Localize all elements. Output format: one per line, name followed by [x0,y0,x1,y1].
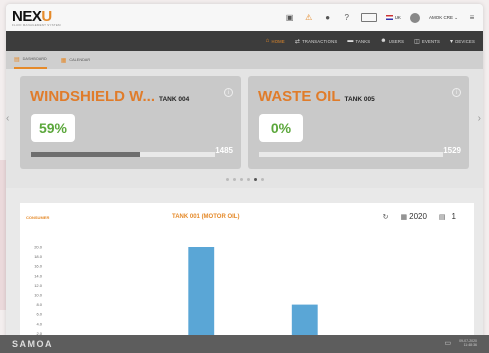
tab-dashboard[interactable]: ▤ DASHBOARD [14,51,47,69]
y-tick-label: 10.0 [34,293,43,298]
refresh-icon: ↻ [382,213,389,221]
year-selector[interactable]: ▦ 2020 [401,212,427,221]
alert-icon[interactable]: ⚠ [304,13,314,23]
help-icon[interactable]: ? [342,13,352,23]
y-tick-label: 20.0 [34,245,43,250]
info-icon[interactable]: i [452,88,461,97]
main-nav: ⌂ HOME ⇄ TRANSACTIONS ▬ TANKS ☻ USERS ◫ EVENT… [6,31,483,51]
nav-users[interactable]: ☻ USERS [380,38,404,44]
flag-icon [385,15,393,20]
panel-label: CONSUMER [26,215,50,220]
tank-level-bar [31,152,215,157]
top-icons: ▣ ⚠ ● ? UK AMOK CRE ⌄ ≡ [285,12,477,23]
y-tick-label: 8.0 [36,302,42,307]
tab-calendar[interactable]: ▦ CALENDAR [61,51,90,69]
tank-level-fill [31,152,140,157]
tank-id: TANK 005 [344,96,375,103]
info-icon[interactable]: i [224,88,233,97]
logo: NEXU FLUID MANAGEMENT SYSTEM [12,9,61,27]
tank-card[interactable]: WASTE OIL TANK 005 i 0% 1529 [248,76,469,169]
devices-icon: ▾ [449,38,454,45]
y-tick-label: 12.0 [34,283,43,288]
y-tick-label: 6.0 [36,312,42,317]
top-bar: NEXU FLUID MANAGEMENT SYSTEM ▣ ⚠ ● ? UK … [6,4,483,31]
user-menu[interactable]: AMOK CRE ⌄ [429,15,458,21]
tank-id: TANK 004 [159,96,190,103]
list-icon: ▤ [438,213,446,221]
y-tick-label: 18.0 [34,254,43,259]
nav-tanks[interactable]: ▬ TANKS [347,38,370,44]
nav-devices[interactable]: ▾ DEVICES [450,38,475,45]
tank-carousel: ‹ › WINDSHIELD W... TANK 004 i 59% 1485 … [6,69,483,188]
tank-name: WINDSHIELD W... [30,88,155,105]
carousel-dot[interactable] [225,178,229,181]
sub-tabs: ▤ DASHBOARD ▦ CALENDAR [6,51,483,69]
carousel-next-icon[interactable]: › [478,113,481,124]
home-icon: ⌂ [265,38,270,44]
nav-home[interactable]: ⌂ HOME [266,38,285,44]
brand-logo: SAMOA [12,339,53,349]
avatar[interactable] [409,12,420,23]
carousel-dot[interactable] [239,178,243,181]
calendar-icon: ▦ [400,213,408,221]
lightbulb-icon[interactable]: ● [323,13,333,23]
notification-icon[interactable]: ▭ [444,340,451,348]
consumption-panel: CONSUMER TANK 001 (MOTOR OIL) ↻ ▦ 2020 ▤ 1… [20,203,474,343]
tank-percent: 0% [259,114,303,142]
chart-tools: ↻ ▦ 2020 ▤ 1 [383,212,456,221]
tank-percent: 59% [31,114,75,142]
count-selector[interactable]: ▤ 1 [439,212,456,221]
tank-name: WASTE OIL [258,88,341,105]
calendar-icon: ▦ [60,57,67,64]
bottom-bar: SAMOA ▭ 09-07-2020 11:48:36 [0,335,489,353]
users-icon: ☻ [380,38,387,44]
tank-card[interactable]: WINDSHIELD W... TANK 004 i 59% 1485 [20,76,241,169]
y-tick-label: 4.0 [36,321,42,326]
clock: 09-07-2020 11:48:36 [459,339,477,347]
nav-transactions[interactable]: ⇄ TRANSACTIONS [295,38,337,45]
keyboard-icon[interactable] [360,13,377,22]
app-window: NEXU FLUID MANAGEMENT SYSTEM ▣ ⚠ ● ? UK … [6,4,483,350]
consumption-chart: 2.04.06.08.010.012.014.016.018.020.0 [34,245,318,343]
logo-subtitle: FLUID MANAGEMENT SYSTEM [12,22,61,27]
carousel-pagination [225,178,264,181]
carousel-dot[interactable] [260,178,264,181]
display-icon[interactable]: ▣ [285,13,295,23]
carousel-dot[interactable] [232,178,236,181]
events-icon: ◫ [414,38,421,45]
transactions-icon: ⇄ [294,38,301,45]
tank-icon: ▬ [347,38,354,44]
tank-capacity: 1529 [443,146,461,155]
nav-events[interactable]: ◫ EVENTS [414,38,440,45]
carousel-dot[interactable] [246,178,250,181]
tank-level-bar [259,152,443,157]
carousel-prev-icon[interactable]: ‹ [6,113,9,124]
chart-title: TANK 001 (MOTOR OIL) [172,214,240,220]
y-tick-label: 14.0 [34,273,43,278]
language-selector[interactable]: UK [385,15,401,20]
menu-icon[interactable]: ≡ [467,13,477,23]
carousel-dot[interactable] [253,178,257,181]
logo-text: NEXU [12,7,52,25]
chart-bar [188,247,215,343]
dashboard-icon: ▤ [14,56,20,63]
refresh-button[interactable]: ↻ [383,213,389,221]
tank-capacity: 1485 [215,146,233,155]
y-tick-label: 16.0 [34,264,43,269]
